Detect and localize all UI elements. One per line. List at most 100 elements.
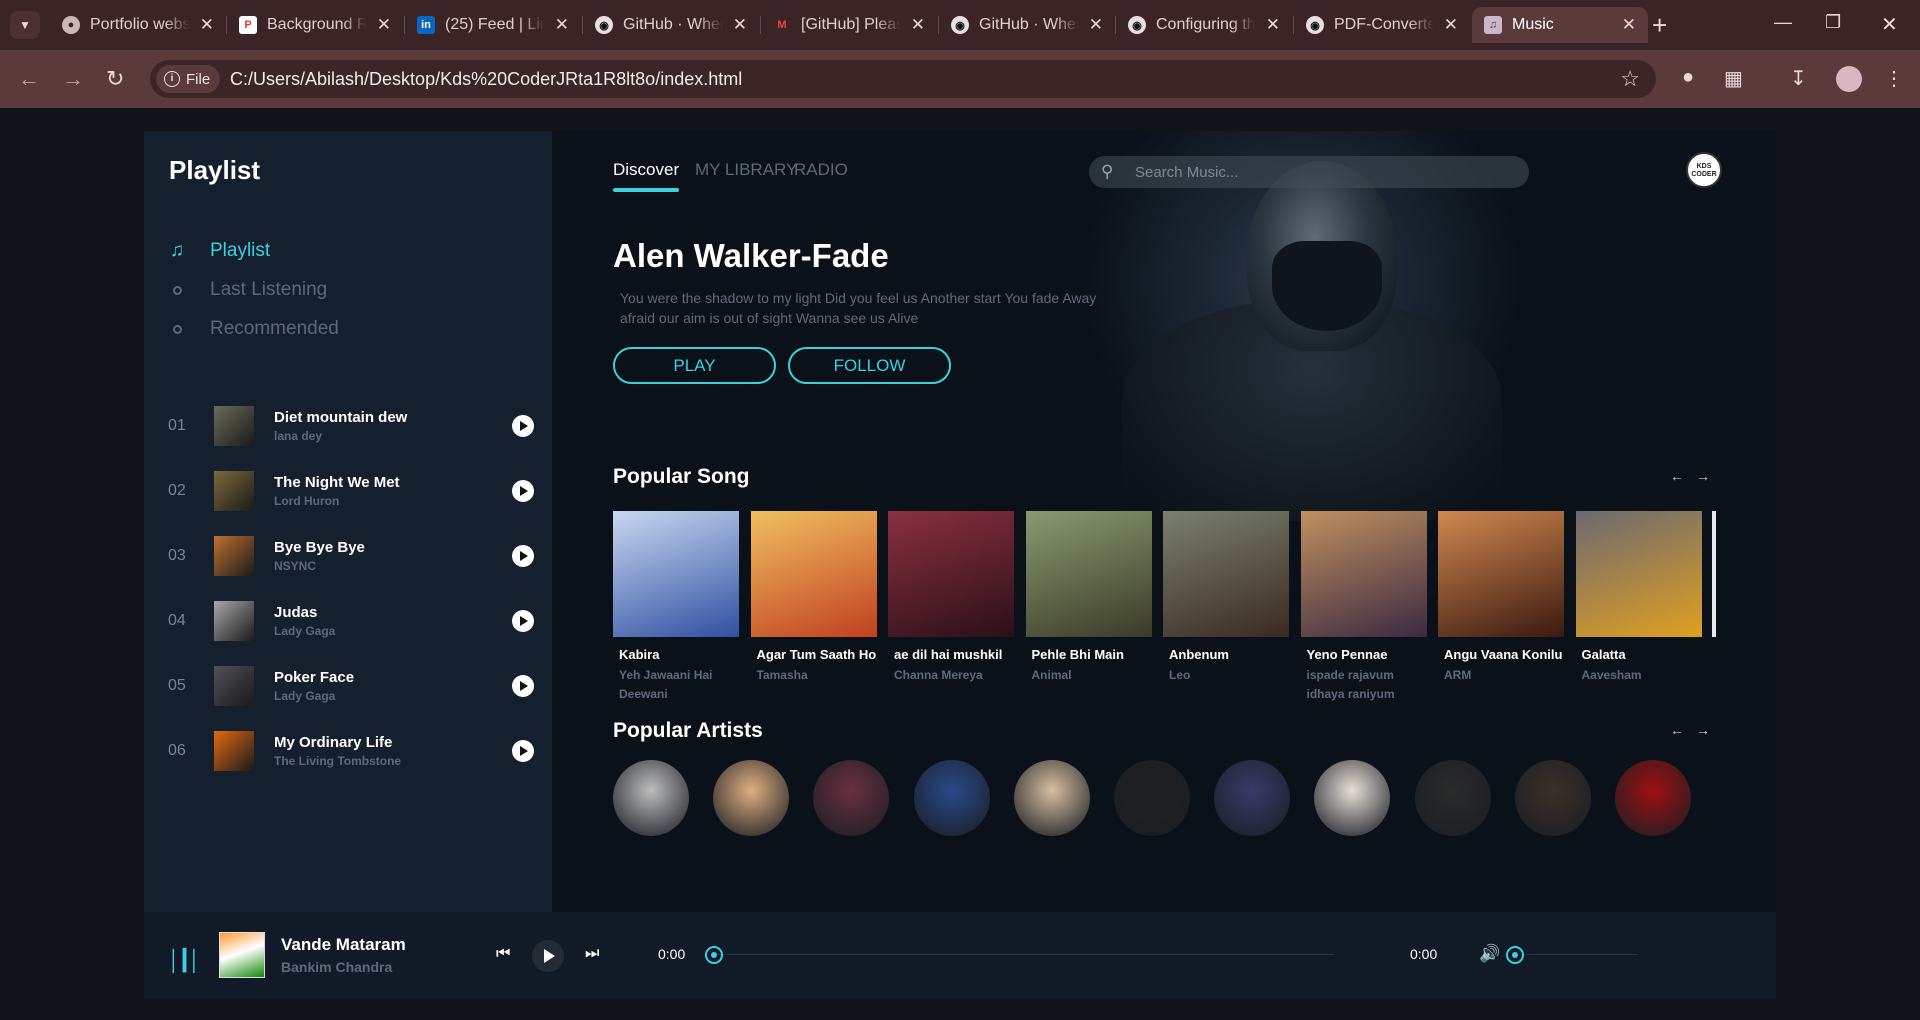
track-play-icon[interactable]: [512, 675, 534, 697]
artist-avatar[interactable]: [1013, 760, 1090, 836]
play-button[interactable]: PLAY: [613, 347, 776, 384]
browser-tab[interactable]: ◉ Configuring the publishing source ✕: [1116, 7, 1292, 43]
tab-discover[interactable]: Discover: [613, 160, 680, 192]
playlist-track-row[interactable]: 03 Bye Bye Bye NSYNC: [168, 528, 534, 584]
browser-tab[interactable]: ◉ GitHub · Where software is built ✕: [939, 7, 1115, 43]
browser-tab[interactable]: in (25) Feed | LinkedIn ✕: [405, 7, 581, 43]
artists-next-arrow-icon[interactable]: →: [1696, 722, 1710, 738]
close-tab-icon[interactable]: ✕: [377, 15, 391, 35]
close-tab-icon[interactable]: ✕: [1622, 15, 1636, 35]
minimize-icon[interactable]: —: [1774, 12, 1792, 33]
track-cover: [214, 536, 254, 576]
artist-avatar[interactable]: [1114, 760, 1190, 836]
extension-icon[interactable]: ●: [1682, 66, 1694, 89]
songs-prev-arrow-icon[interactable]: ←: [1670, 468, 1684, 484]
back-icon[interactable]: ←: [18, 66, 40, 92]
track-info: My Ordinary Life The Living Tombstone: [274, 734, 512, 768]
artists-prev-arrow-icon[interactable]: ←: [1670, 722, 1684, 738]
track-play-icon[interactable]: [512, 610, 534, 632]
track-play-icon[interactable]: [512, 415, 534, 437]
close-tab-icon[interactable]: ✕: [200, 15, 214, 35]
browser-tab[interactable]: ◉ PDF-Converter ✕: [1294, 7, 1470, 43]
artist-avatar[interactable]: [713, 760, 790, 836]
artist-avatar[interactable]: [1615, 760, 1691, 836]
linkedin-icon: in: [417, 16, 435, 34]
song-card[interactable]: Anbenum Leo: [1163, 511, 1289, 685]
song-card[interactable]: Angu Vaana Konilu ARM: [1438, 511, 1564, 685]
tab-my-library[interactable]: MY LIBRARY: [695, 160, 797, 180]
sidebar-title: Playlist: [169, 155, 261, 185]
player-play-button[interactable]: [532, 940, 564, 972]
kds-coder-logo[interactable]: KDS CODER: [1686, 152, 1722, 188]
restore-icon[interactable]: ❐: [1825, 12, 1841, 33]
volume-track[interactable]: [1524, 954, 1637, 955]
new-tab-button[interactable]: +: [1652, 10, 1667, 41]
close-tab-icon[interactable]: ✕: [1089, 15, 1103, 35]
download-icon[interactable]: ↧: [1790, 66, 1807, 91]
next-track-icon[interactable]: ⏭: [585, 945, 599, 963]
song-cover: [750, 511, 877, 637]
close-window-icon[interactable]: ✕: [1881, 12, 1898, 37]
url-text[interactable]: C:/Users/Abilash/Desktop/Kds%20CoderJRta…: [230, 69, 742, 90]
search-box: ⚲: [1089, 156, 1529, 188]
playlist-track-row[interactable]: 01 Diet mountain dew lana dey: [168, 398, 534, 454]
track-play-icon[interactable]: [512, 740, 534, 762]
browser-tab[interactable]: ◉ GitHub · Where software is built ✕: [583, 7, 759, 43]
close-tab-icon[interactable]: ✕: [1266, 15, 1280, 35]
artist-avatar[interactable]: [1214, 760, 1291, 836]
now-playing-artist: Bankim Chandra: [281, 959, 393, 975]
progress-track[interactable]: [714, 954, 1334, 955]
menu-item-playlist[interactable]: ♫ Playlist: [168, 240, 270, 262]
volume-knob[interactable]: [1506, 946, 1524, 964]
reload-icon[interactable]: ↻: [106, 66, 124, 92]
song-card[interactable]: Galatta Aavesham: [1575, 511, 1702, 685]
progress-knob[interactable]: [705, 946, 723, 964]
playlist-track-row[interactable]: 05 Poker Face Lady Gaga: [168, 658, 534, 714]
site-info-chip[interactable]: i File: [156, 65, 221, 93]
browser-tab[interactable]: P Background Remover ✕: [227, 7, 403, 43]
tab-search-button[interactable]: ▼: [10, 11, 40, 39]
song-subtitle: Tamasha: [756, 668, 808, 682]
follow-button[interactable]: FOLLOW: [788, 347, 951, 384]
browser-tab[interactable]: ● Portfolio website ✕: [50, 7, 226, 43]
track-artist: Lady Gaga: [274, 689, 336, 703]
close-tab-icon[interactable]: ✕: [911, 15, 925, 35]
playlist-track-row[interactable]: 06 My Ordinary Life The Living Tombstone: [168, 723, 534, 779]
song-card[interactable]: Pehle Bhi Main Animal: [1025, 511, 1152, 685]
tab-title: [GitHub] Please verify your device: [801, 16, 901, 33]
song-card[interactable]: ae dil hai mushkil Channa Mereya: [888, 511, 1014, 685]
bookmark-star-icon[interactable]: ☆: [1620, 66, 1640, 92]
more-menu-icon[interactable]: ⋮: [1884, 66, 1904, 91]
track-play-icon[interactable]: [512, 480, 534, 502]
artist-avatar[interactable]: [913, 760, 990, 836]
forward-icon[interactable]: →: [62, 66, 84, 92]
previous-track-icon[interactable]: ⏮: [496, 945, 510, 963]
menu-item-recommended[interactable]: Recommended: [168, 318, 339, 340]
artist-avatar[interactable]: [1314, 760, 1391, 836]
artist-avatar[interactable]: [613, 760, 689, 836]
songs-next-arrow-icon[interactable]: →: [1696, 468, 1710, 484]
close-tab-icon[interactable]: ✕: [733, 15, 747, 35]
menu-item-last-listening[interactable]: Last Listening: [168, 279, 327, 301]
track-play-icon[interactable]: [512, 545, 534, 567]
playlist-track-row[interactable]: 02 The Night We Met Lord Huron: [168, 463, 534, 519]
tab-radio[interactable]: RADIO: [794, 160, 848, 180]
artist-avatar[interactable]: [1514, 760, 1591, 836]
song-card[interactable]: Agar Tum Saath Ho Tamasha: [750, 511, 877, 685]
circle-icon: [168, 279, 186, 301]
artist-avatar[interactable]: [813, 760, 890, 836]
browser-tab[interactable]: ♫ Music ✕: [1472, 7, 1648, 43]
address-bar[interactable]: i File C:/Users/Abilash/Desktop/Kds%20Co…: [150, 60, 1656, 98]
song-cover: [1438, 511, 1564, 637]
close-tab-icon[interactable]: ✕: [1444, 15, 1458, 35]
close-tab-icon[interactable]: ✕: [555, 15, 569, 35]
browser-tab[interactable]: M [GitHub] Please verify your device ✕: [761, 7, 937, 43]
profile-avatar[interactable]: [1836, 66, 1862, 92]
search-input[interactable]: [1135, 160, 1515, 184]
song-card[interactable]: Yeno Pennae ispade rajavum idhaya raniyum: [1300, 511, 1427, 704]
song-card[interactable]: Kabira Yeh Jawaani Hai Deewani: [613, 511, 739, 704]
puzzle-extensions-icon[interactable]: ▦: [1724, 66, 1743, 91]
playlist-track-row[interactable]: 04 Judas Lady Gaga: [168, 593, 534, 649]
artist-avatar[interactable]: [1414, 760, 1491, 836]
volume-icon[interactable]: 🔊: [1479, 944, 1500, 964]
